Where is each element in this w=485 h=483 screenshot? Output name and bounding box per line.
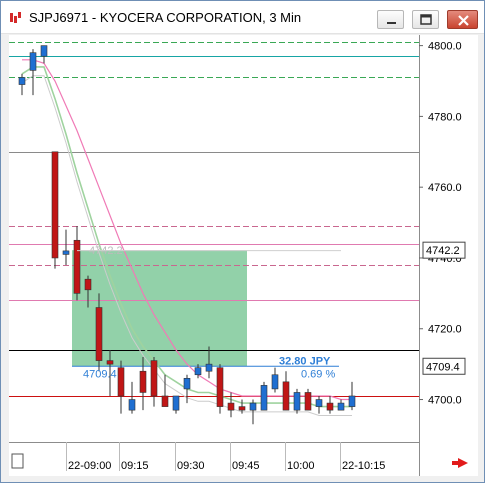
candle-down-body	[84, 278, 92, 291]
candle-up-body	[183, 377, 191, 390]
candlestick-chart[interactable]: 4709.4 32.80 JPY0.69 % 4742.2 4800.0 4780.0…	[9, 35, 478, 476]
candle	[260, 381, 268, 411]
last-price-badge: 4742.2	[426, 245, 460, 257]
measure-start-label: 4709.4	[83, 368, 117, 380]
chart-area[interactable]: 4709.4 32.80 JPY 0.69 % 4742.2 4800.0 4780.0…	[9, 35, 478, 476]
candle-up-body	[205, 363, 213, 372]
candle-up-body	[29, 52, 37, 71]
x-tick-label: 22-10:15	[342, 460, 385, 472]
candle-down-body	[282, 381, 290, 411]
candle	[51, 151, 59, 269]
corner-square-icon[interactable]	[11, 453, 24, 469]
candle-up-body	[260, 385, 268, 411]
candle-up-body	[337, 402, 345, 411]
close-icon	[458, 15, 469, 26]
candle-up-body	[172, 395, 180, 411]
x-tick-label: 22-09:00	[68, 460, 111, 472]
candle-up-body	[128, 399, 136, 411]
candle-down-body	[150, 360, 158, 397]
candle-down-body	[227, 402, 235, 411]
window-title: SJPJ6971 - KYOCERA CORPORATION, 3 Min	[29, 10, 302, 25]
candle-up-body	[249, 402, 257, 411]
candle-up-body	[40, 45, 48, 57]
candle-up-body	[18, 77, 26, 85]
maximize-button[interactable]	[412, 10, 439, 29]
x-tick-label: 09:15	[121, 460, 149, 472]
maximize-icon	[420, 14, 432, 25]
measure-delta-label: 32.80 JPY	[279, 355, 331, 367]
candle-up-body	[194, 367, 202, 376]
x-tick-label: 09:45	[232, 460, 260, 472]
candle	[216, 364, 224, 414]
minimize-button[interactable]	[377, 10, 404, 29]
candle-down-body	[326, 402, 334, 411]
candle-down-body	[238, 406, 246, 411]
candle-down-body	[304, 392, 312, 411]
minimize-icon	[387, 22, 396, 24]
x-tick-label: 10:00	[287, 460, 315, 472]
y-tick-label: 4800.0	[428, 41, 462, 53]
y-tick-label: 4780.0	[428, 111, 462, 123]
candle-down-body	[51, 151, 59, 259]
current-price-badge: 4709.4	[426, 361, 460, 373]
chart-app-icon	[9, 11, 23, 25]
candle-down-body	[161, 395, 169, 407]
crosshair-price-label: 4742.2	[89, 245, 123, 257]
y-tick-label: 4760.0	[428, 182, 462, 194]
measure-percent-label: 0.69 %	[301, 368, 335, 380]
close-button[interactable]	[447, 10, 478, 29]
x-tick-label: 09:30	[177, 460, 205, 472]
candle-down-body	[106, 360, 114, 365]
candle-down-body	[73, 239, 81, 294]
candle-up-body	[271, 374, 279, 390]
candle-up-body	[293, 392, 301, 411]
chart-window: SJPJ6971 - KYOCERA CORPORATION, 3 Min 47…	[0, 0, 485, 483]
candle-down-body	[117, 367, 125, 397]
candle-up-body	[315, 399, 323, 407]
candle-up-body	[348, 395, 356, 407]
candle-up-body	[62, 250, 70, 255]
y-tick-label: 4720.0	[428, 324, 462, 336]
candle-down-body	[216, 367, 224, 407]
y-tick-label: 4700.0	[428, 395, 462, 407]
scroll-right-arrow-icon[interactable]	[452, 458, 468, 468]
title-bar[interactable]: SJPJ6971 - KYOCERA CORPORATION, 3 Min	[1, 1, 484, 34]
candle-down-body	[139, 370, 147, 393]
candle-down-body	[95, 307, 103, 361]
plot-area[interactable]	[9, 35, 419, 442]
candle	[293, 388, 301, 414]
